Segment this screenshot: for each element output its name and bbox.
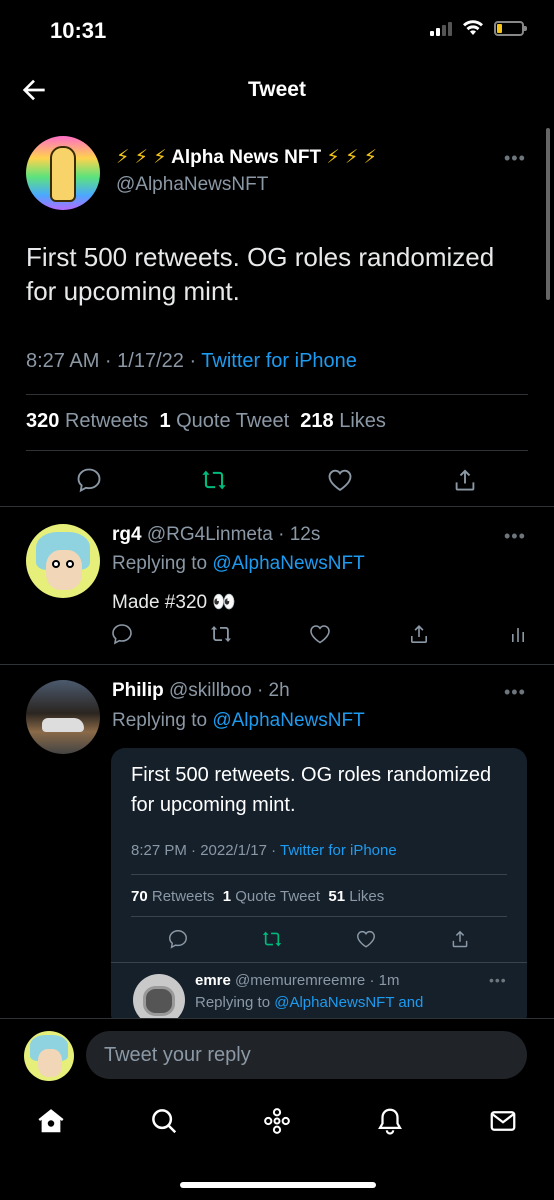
quotes-label[interactable]: Quote Tweet bbox=[176, 410, 289, 432]
retweets-label[interactable]: Retweets bbox=[152, 888, 215, 905]
reply-icon[interactable] bbox=[75, 466, 103, 494]
retweet-icon[interactable] bbox=[209, 622, 233, 646]
reply-input[interactable] bbox=[86, 1031, 527, 1079]
more-icon[interactable]: ••• bbox=[489, 972, 507, 988]
spaces-icon[interactable] bbox=[262, 1106, 292, 1136]
reply-icon[interactable] bbox=[110, 622, 134, 646]
analytics-icon[interactable] bbox=[506, 622, 530, 646]
divider bbox=[26, 394, 528, 395]
signal-icon bbox=[430, 20, 452, 36]
quotes-label[interactable]: Quote Tweet bbox=[235, 888, 320, 905]
tweet-text: First 500 retweets. OG roles randomized … bbox=[26, 242, 495, 306]
avatar[interactable] bbox=[26, 524, 100, 598]
divider bbox=[0, 506, 554, 507]
status-time: 10:31 bbox=[50, 18, 107, 43]
replying-prefix: Replying to bbox=[112, 710, 213, 731]
quoted-reply-author[interactable]: emre @memuremreemre · 1m bbox=[195, 972, 399, 989]
likes-count[interactable]: 51 bbox=[328, 888, 345, 905]
tweet-timestamp: 8:27 AM · 1/17/22 · bbox=[26, 350, 202, 372]
reply-author[interactable]: Philip @skillboo · 2h bbox=[112, 680, 290, 702]
home-indicator[interactable] bbox=[180, 1182, 376, 1188]
quoted-tweet-timestamp: 8:27 PM · 2022/1/17 · bbox=[131, 842, 280, 859]
search-icon[interactable] bbox=[149, 1106, 179, 1136]
reply-text: Made #320 👀 bbox=[112, 592, 237, 613]
messages-icon[interactable] bbox=[488, 1106, 518, 1136]
tweet-meta: 8:27 AM · 1/17/22 · Twitter for iPhone bbox=[26, 350, 357, 373]
retweets-count[interactable]: 320 bbox=[26, 410, 59, 432]
status-icons bbox=[430, 20, 527, 36]
quoted-tweet-text: First 500 retweets. OG roles randomized … bbox=[131, 764, 492, 816]
bottom-tab-bar bbox=[0, 1094, 554, 1200]
page-title: Tweet bbox=[248, 78, 306, 101]
reply-display-name: rg4 bbox=[112, 524, 142, 545]
tweet-source-link[interactable]: Twitter for iPhone bbox=[201, 350, 357, 372]
divider bbox=[131, 874, 507, 875]
quoted-reply-replying-to: Replying to @AlphaNewsNFT and bbox=[195, 994, 423, 1011]
reply-actions bbox=[110, 622, 530, 646]
reply-handle-time: @RG4Linmeta · 12s bbox=[146, 524, 321, 545]
quoted-tweet-actions bbox=[131, 928, 507, 950]
quotes-count[interactable]: 1 bbox=[159, 410, 170, 432]
reply-composer bbox=[0, 1018, 554, 1094]
reply-display-name: Philip bbox=[112, 680, 164, 701]
retweets-label[interactable]: Retweets bbox=[65, 410, 148, 432]
like-icon[interactable] bbox=[326, 466, 354, 494]
likes-count[interactable]: 218 bbox=[300, 410, 333, 432]
avatar[interactable] bbox=[24, 1031, 74, 1081]
author-handle[interactable]: @AlphaNewsNFT bbox=[116, 174, 268, 196]
share-icon[interactable] bbox=[407, 622, 431, 646]
quoted-tweet-stats: 70 Retweets 1 Quote Tweet 51 Likes bbox=[131, 888, 384, 905]
embedded-tweet-card[interactable]: First 500 retweets. OG roles randomized … bbox=[111, 748, 527, 1028]
tweet-stats: 320 Retweets 1 Quote Tweet 218 Likes bbox=[26, 410, 386, 433]
likes-label[interactable]: Likes bbox=[349, 888, 384, 905]
likes-label[interactable]: Likes bbox=[339, 410, 386, 432]
author-display-name: Alpha News NFT bbox=[171, 147, 322, 168]
quoted-reply-handle-time: @memuremreemre · 1m bbox=[235, 972, 400, 989]
more-icon[interactable]: ••• bbox=[504, 682, 526, 703]
quotes-count[interactable]: 1 bbox=[223, 888, 231, 905]
more-icon[interactable]: ••• bbox=[504, 526, 526, 547]
replying-to-link[interactable]: @AlphaNewsNFT and bbox=[274, 994, 423, 1011]
replying-to-link[interactable]: @AlphaNewsNFT bbox=[212, 710, 364, 731]
author-name[interactable]: ⚡ ⚡ ⚡ Alpha News NFT ⚡ ⚡ ⚡ bbox=[116, 146, 377, 169]
divider bbox=[26, 450, 528, 451]
tweet-actions bbox=[26, 466, 528, 494]
bolt-emoji-right: ⚡ ⚡ ⚡ bbox=[326, 147, 377, 168]
like-icon[interactable] bbox=[308, 622, 332, 646]
replying-to: Replying to @AlphaNewsNFT bbox=[112, 710, 365, 732]
reply-icon[interactable] bbox=[167, 928, 189, 950]
scrollbar[interactable] bbox=[546, 128, 550, 300]
avatar[interactable] bbox=[26, 680, 100, 754]
retweet-icon[interactable] bbox=[261, 928, 283, 950]
more-icon[interactable]: ••• bbox=[504, 148, 526, 169]
divider bbox=[0, 664, 554, 665]
status-bar: 10:31 bbox=[0, 0, 554, 62]
like-icon[interactable] bbox=[355, 928, 377, 950]
avatar[interactable] bbox=[26, 136, 100, 210]
replying-prefix: Replying to bbox=[112, 553, 213, 574]
replying-prefix: Replying to bbox=[195, 994, 275, 1011]
share-icon[interactable] bbox=[451, 466, 479, 494]
quoted-reply-display-name: emre bbox=[195, 972, 231, 989]
reply-author[interactable]: rg4 @RG4Linmeta · 12s bbox=[112, 524, 320, 546]
home-icon[interactable] bbox=[36, 1106, 66, 1136]
notifications-icon[interactable] bbox=[375, 1106, 405, 1136]
share-icon[interactable] bbox=[449, 928, 471, 950]
bolt-emoji-left: ⚡ ⚡ ⚡ bbox=[116, 147, 167, 168]
wifi-icon bbox=[463, 20, 483, 35]
replying-to: Replying to @AlphaNewsNFT bbox=[112, 553, 365, 575]
replying-to-link[interactable]: @AlphaNewsNFT bbox=[212, 553, 364, 574]
divider bbox=[111, 962, 527, 963]
top-nav: Tweet bbox=[0, 62, 554, 118]
quoted-tweet-source-link[interactable]: Twitter for iPhone bbox=[280, 842, 397, 859]
retweet-icon[interactable] bbox=[200, 466, 228, 494]
retweets-count[interactable]: 70 bbox=[131, 888, 148, 905]
quoted-tweet-meta: 8:27 PM · 2022/1/17 · Twitter for iPhone bbox=[131, 842, 397, 859]
battery-icon bbox=[494, 20, 527, 36]
divider bbox=[131, 916, 507, 917]
reply-handle-time: @skillboo · 2h bbox=[169, 680, 290, 701]
